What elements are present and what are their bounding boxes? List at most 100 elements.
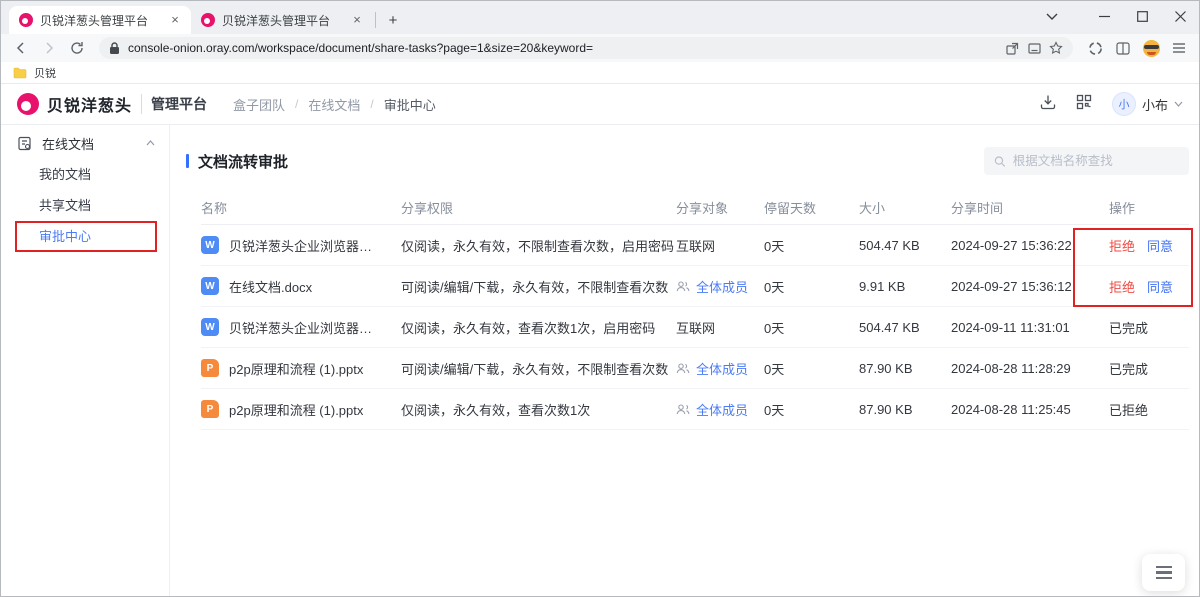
table-row: W在线文档.docx 可阅读/编辑/下载，永久有效，不限制查看次数 全体成员 0… [201, 266, 1189, 307]
chevron-down-icon [1174, 101, 1183, 107]
page-body: 在线文档 我的文档 共享文档 审批中心 文档流转审批 名称 [1, 125, 1199, 597]
tab-inactive[interactable]: 贝锐洋葱头管理平台 × [191, 6, 373, 34]
word-file-icon: W [201, 236, 219, 254]
download-icon[interactable] [1040, 94, 1056, 115]
bookmarks-bar: 贝锐 [1, 62, 1199, 84]
stay-days: 0天 [764, 236, 859, 255]
site-favicon [19, 13, 33, 27]
agree-link[interactable]: 同意 [1147, 239, 1173, 254]
col-header-size: 大小 [859, 198, 951, 217]
document-icon [17, 136, 32, 151]
share-permission: 仅阅读，永久有效，查看次数1次，启用密码 [401, 318, 676, 337]
breadcrumb-separator: / [370, 97, 373, 111]
avatar-emoji-icon [1143, 40, 1160, 57]
back-icon[interactable] [9, 36, 33, 60]
share-target-link[interactable]: 全体成员 [696, 277, 748, 296]
user-avatar: 小 [1112, 92, 1136, 116]
copilot-icon[interactable] [1083, 36, 1107, 60]
floating-menu-button[interactable] [1142, 554, 1185, 591]
members-icon [676, 281, 690, 292]
browser-titlebar: 贝锐洋葱头管理平台 × 贝锐洋葱头管理平台 × + [1, 1, 1199, 34]
sidebar-item-approval-center[interactable]: 审批中心 [1, 220, 169, 251]
share-target: 互联网 [676, 236, 715, 255]
share-time: 2024-09-11 11:31:01 [951, 320, 1109, 335]
col-header-permission: 分享权限 [401, 198, 676, 217]
file-size: 504.47 KB [859, 320, 951, 335]
tab-search-chevron-icon[interactable] [1033, 1, 1071, 31]
members-icon [676, 363, 690, 374]
sidebar-group-online-docs[interactable]: 在线文档 [1, 128, 169, 158]
maximize-button[interactable] [1123, 1, 1161, 31]
window-controls [1033, 1, 1199, 34]
folder-icon [13, 67, 27, 79]
file-size: 504.47 KB [859, 238, 951, 253]
site-favicon [201, 13, 215, 27]
stay-days: 0天 [764, 277, 859, 296]
ppt-file-icon: P [201, 400, 219, 418]
split-screen-icon[interactable] [1111, 36, 1135, 60]
page-title: 文档流转审批 [186, 151, 288, 172]
profile-avatar[interactable] [1139, 36, 1163, 60]
browser-menu-icon[interactable] [1167, 36, 1191, 60]
share-icon[interactable] [1001, 37, 1023, 59]
chevron-up-icon [146, 140, 155, 146]
web-capture-icon[interactable] [1023, 37, 1045, 59]
minimize-button[interactable] [1085, 1, 1123, 31]
breadcrumb-separator: / [295, 97, 298, 111]
address-bar[interactable]: console-onion.oray.com/workspace/documen… [99, 37, 1073, 59]
url-text: console-onion.oray.com/workspace/documen… [128, 41, 1001, 55]
tab-close-icon[interactable]: × [349, 12, 365, 28]
search-box[interactable] [984, 147, 1189, 175]
favorite-star-icon[interactable] [1045, 37, 1067, 59]
sidebar-group-label: 在线文档 [42, 134, 136, 153]
file-size: 87.90 KB [859, 361, 951, 376]
share-target-link[interactable]: 全体成员 [696, 400, 748, 419]
new-tab-button[interactable]: + [382, 9, 404, 31]
qrcode-icon[interactable] [1076, 94, 1092, 115]
breadcrumb-section[interactable]: 在线文档 [308, 95, 360, 114]
bookmark-item[interactable]: 贝锐 [34, 65, 56, 81]
share-time: 2024-08-28 11:28:29 [951, 361, 1109, 376]
approval-table: 名称 分享权限 分享对象 停留天数 大小 分享时间 操作 W贝锐洋葱头企业浏览器… [201, 190, 1189, 430]
col-header-days: 停留天数 [764, 198, 859, 217]
file-size: 87.90 KB [859, 402, 951, 417]
lock-icon [109, 42, 120, 55]
reject-link[interactable]: 拒绝 [1109, 280, 1135, 295]
tab-active[interactable]: 贝锐洋葱头管理平台 × [9, 6, 191, 34]
onion-logo [17, 93, 39, 115]
stay-days: 0天 [764, 359, 859, 378]
sidebar-item-shared-docs[interactable]: 共享文档 [1, 189, 169, 220]
search-input[interactable] [1013, 154, 1179, 168]
search-icon [994, 155, 1006, 168]
status-text: 已拒绝 [1109, 400, 1189, 419]
tab-close-icon[interactable]: × [167, 12, 183, 28]
close-window-button[interactable] [1161, 1, 1199, 31]
members-icon [676, 404, 690, 415]
file-size: 9.91 KB [859, 279, 951, 294]
table-header-row: 名称 分享权限 分享对象 停留天数 大小 分享时间 操作 [201, 190, 1189, 225]
share-target-link[interactable]: 全体成员 [696, 359, 748, 378]
forward-icon[interactable] [37, 36, 61, 60]
reject-link[interactable]: 拒绝 [1109, 239, 1135, 254]
share-permission: 仅阅读，永久有效，不限制查看次数，启用密码 [401, 236, 676, 255]
sidebar-item-my-docs[interactable]: 我的文档 [1, 158, 169, 189]
tab-title: 贝锐洋葱头管理平台 [222, 12, 342, 29]
refresh-icon[interactable] [65, 36, 89, 60]
share-target: 互联网 [676, 318, 715, 337]
sidebar: 在线文档 我的文档 共享文档 审批中心 [1, 125, 170, 597]
browser-toolbar: console-onion.oray.com/workspace/documen… [1, 34, 1199, 62]
agree-link[interactable]: 同意 [1147, 280, 1173, 295]
status-text: 已完成 [1109, 359, 1189, 378]
table-row: Pp2p原理和流程 (1).pptx 仅阅读，永久有效，查看次数1次 全体成员 … [201, 389, 1189, 430]
word-file-icon: W [201, 318, 219, 336]
breadcrumb-team[interactable]: 盒子团队 [233, 95, 285, 114]
ppt-file-icon: P [201, 359, 219, 377]
status-text: 已完成 [1109, 318, 1189, 337]
page-title-text: 文档流转审批 [198, 151, 288, 172]
title-row: 文档流转审批 [186, 147, 1189, 175]
brand-suffix: 管理平台 [141, 94, 207, 114]
user-menu[interactable]: 小 小布 [1112, 92, 1183, 116]
word-file-icon: W [201, 277, 219, 295]
breadcrumb: 盒子团队 / 在线文档 / 审批中心 [233, 95, 436, 114]
main-content: 文档流转审批 名称 分享权限 分享对象 停留天数 大小 分享时间 操作 [170, 125, 1199, 597]
